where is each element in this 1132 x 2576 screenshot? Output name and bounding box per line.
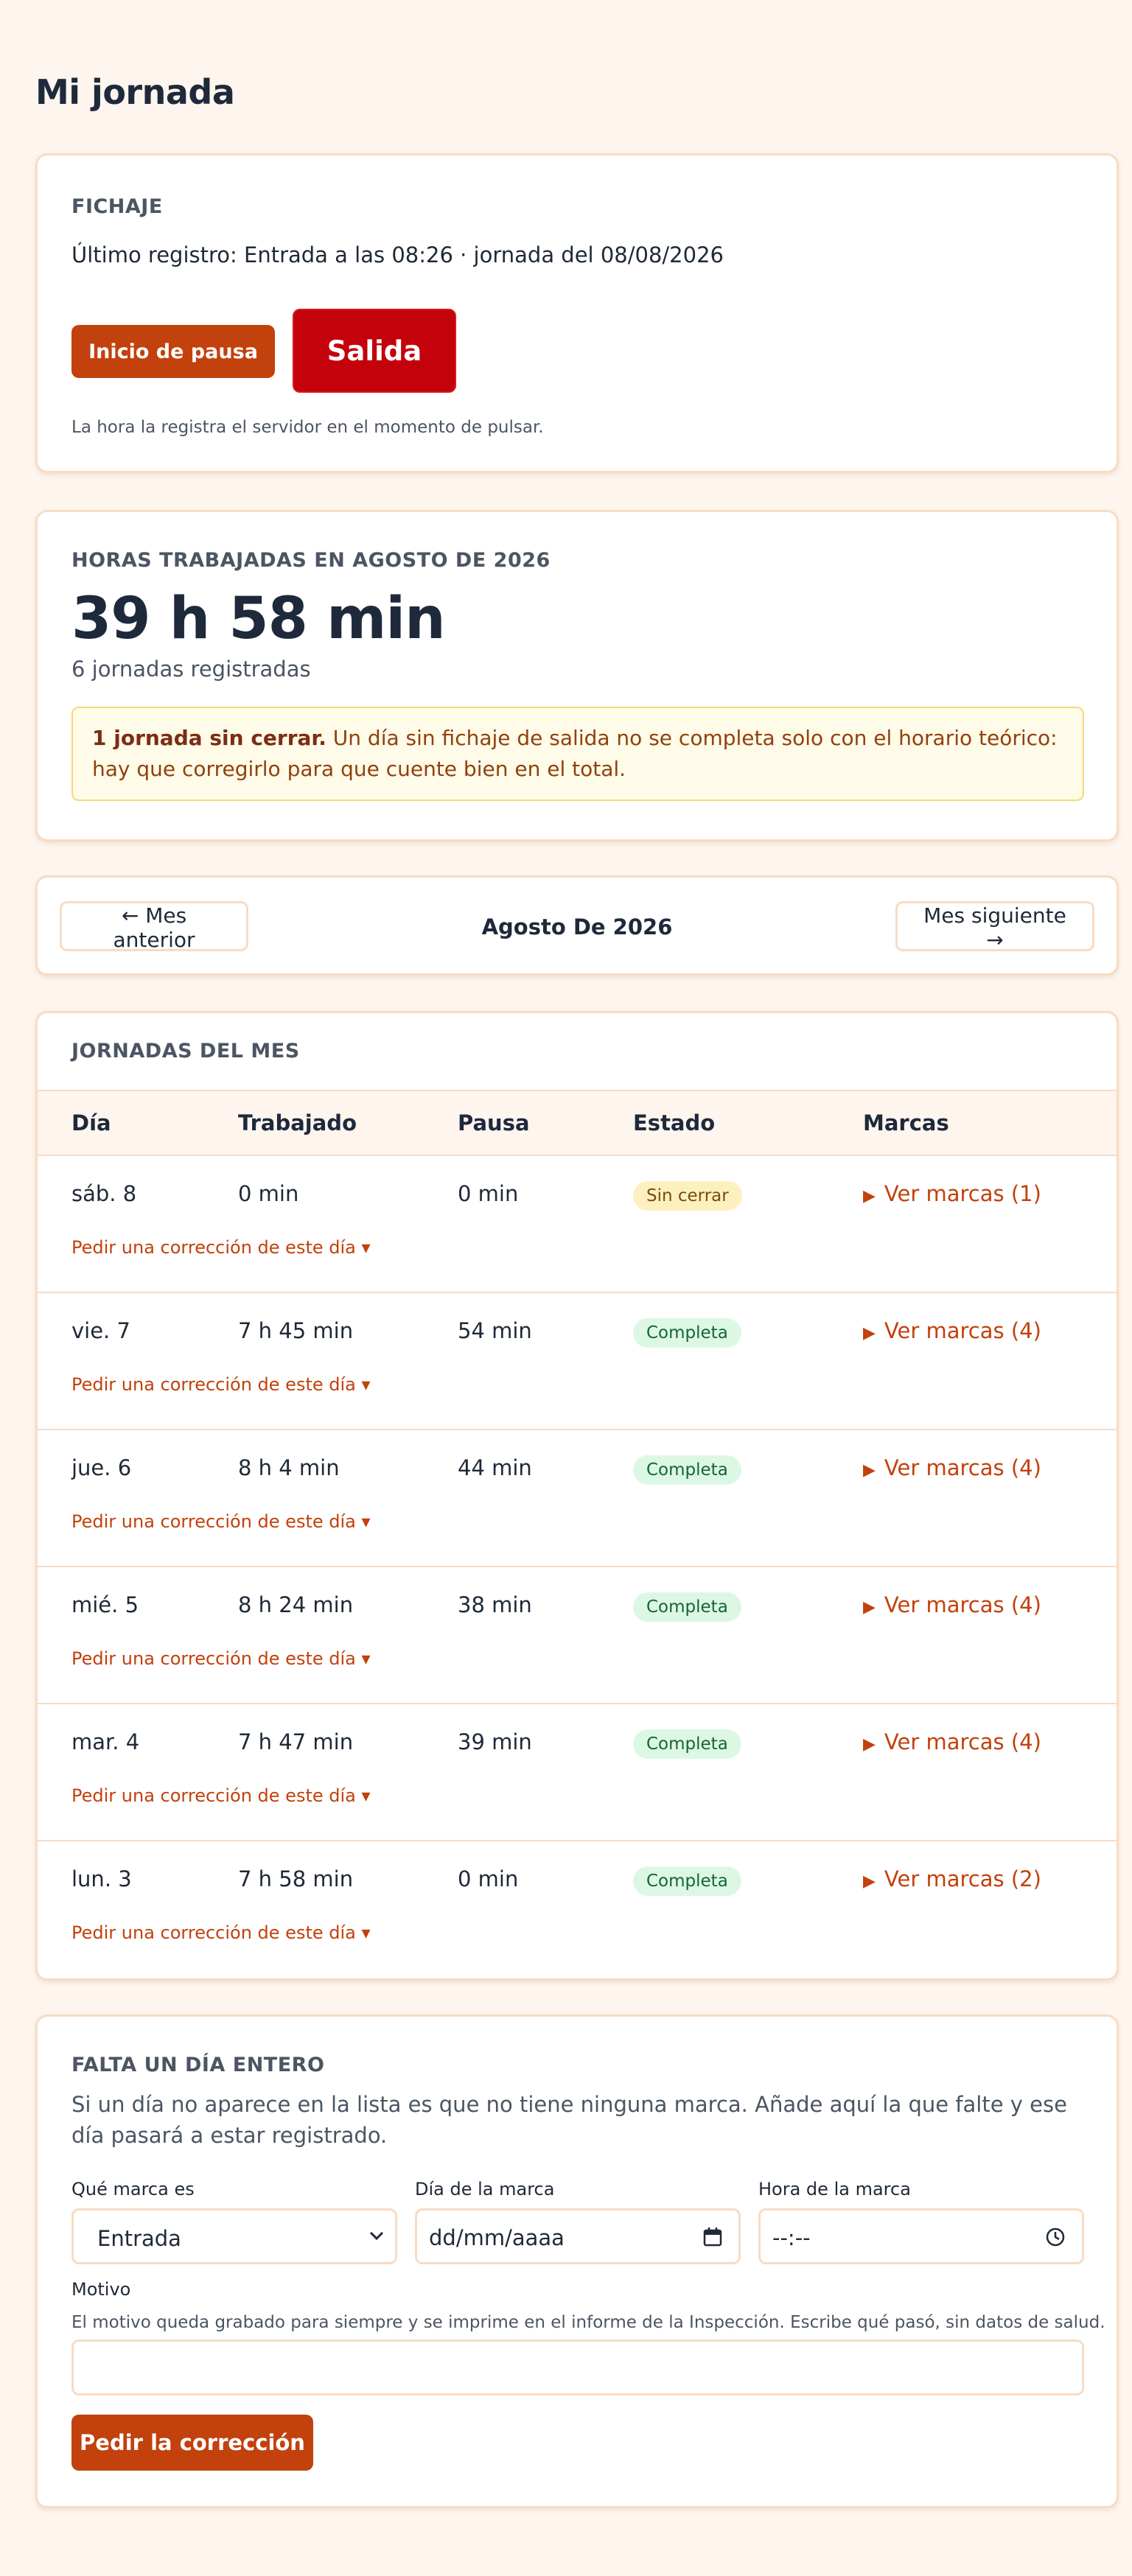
triangle-right-icon: ▶ bbox=[863, 1598, 876, 1617]
date-placeholder: dd/mm/aaaa bbox=[429, 2225, 565, 2250]
row-pausa: 0 min bbox=[458, 1866, 519, 1891]
view-marks-toggle[interactable]: ▶ Ver marcas (4) bbox=[863, 1729, 1041, 1754]
status-badge: Completa bbox=[633, 1729, 741, 1759]
view-marks-label: Ver marcas (4) bbox=[884, 1729, 1041, 1754]
exit-button[interactable]: Salida bbox=[293, 309, 456, 393]
request-correction-link[interactable]: Pedir una corrección de este día ▾ bbox=[71, 1511, 371, 1532]
next-month-button[interactable]: Mes siguiente → bbox=[895, 901, 1094, 952]
clock-icon bbox=[1044, 2225, 1067, 2254]
column-header-marcas: Marcas bbox=[863, 1110, 949, 1135]
column-header-estado: Estado bbox=[633, 1110, 716, 1135]
column-header-dia: Día bbox=[71, 1110, 111, 1135]
missing-day-card: FALTA UN DÍA ENTERO Si un día no aparece… bbox=[35, 2015, 1119, 2508]
status-badge: Completa bbox=[633, 1592, 741, 1622]
request-correction-link[interactable]: Pedir una corrección de este día ▾ bbox=[71, 1374, 371, 1395]
row-pausa: 39 min bbox=[458, 1729, 532, 1754]
row-trabajado: 8 h 4 min bbox=[238, 1455, 340, 1480]
missing-day-description: Si un día no aparece en la lista es que … bbox=[71, 2092, 1067, 2148]
month-nav-card: ← Mes anterior Agosto De 2026 Mes siguie… bbox=[35, 875, 1119, 976]
status-badge: Completa bbox=[633, 1866, 741, 1896]
mark-date-label: Día de la marca bbox=[415, 2179, 555, 2199]
table-row: lun. 3 7 h 58 min 0 min Completa ▶ Ver ma… bbox=[38, 1841, 1117, 1978]
fichaje-hint: La hora la registra el servidor en el mo… bbox=[71, 418, 544, 437]
request-correction-link[interactable]: Pedir una corrección de este día ▾ bbox=[71, 1785, 371, 1806]
triangle-right-icon: ▶ bbox=[863, 1324, 876, 1343]
request-correction-link[interactable]: Pedir una corrección de este día ▾ bbox=[71, 1237, 371, 1258]
table-header: Día Trabajado Pausa Estado Marcas bbox=[38, 1090, 1117, 1156]
view-marks-toggle[interactable]: ▶ Ver marcas (4) bbox=[863, 1318, 1041, 1343]
jornadas-title: JORNADAS DEL MES bbox=[71, 1040, 300, 1063]
request-correction-link[interactable]: Pedir una corrección de este día ▾ bbox=[71, 1648, 371, 1669]
status-badge: Completa bbox=[633, 1455, 741, 1485]
row-trabajado: 8 h 24 min bbox=[238, 1592, 354, 1617]
view-marks-toggle[interactable]: ▶ Ver marcas (4) bbox=[863, 1592, 1041, 1617]
row-pausa: 44 min bbox=[458, 1455, 532, 1480]
reason-input[interactable] bbox=[71, 2339, 1084, 2395]
triangle-right-icon: ▶ bbox=[863, 1872, 876, 1891]
row-dia: mié. 5 bbox=[71, 1592, 139, 1617]
time-placeholder: --:-- bbox=[772, 2225, 811, 2250]
row-pausa: 54 min bbox=[458, 1318, 532, 1343]
mark-type-select[interactable]: Entrada bbox=[71, 2208, 397, 2264]
triangle-right-icon: ▶ bbox=[863, 1187, 876, 1205]
row-dia: mar. 4 bbox=[71, 1729, 140, 1754]
triangle-right-icon: ▶ bbox=[863, 1461, 876, 1480]
last-record-text: Último registro: Entrada a las 08:26 · j… bbox=[71, 242, 724, 267]
row-pausa: 38 min bbox=[458, 1592, 532, 1617]
row-pausa: 0 min bbox=[458, 1181, 519, 1206]
table-row: mié. 5 8 h 24 min 38 min Completa ▶ Ver m… bbox=[38, 1567, 1117, 1704]
start-pause-button[interactable]: Inicio de pausa bbox=[71, 325, 275, 378]
status-badge: Sin cerrar bbox=[633, 1181, 742, 1211]
row-trabajado: 0 min bbox=[238, 1181, 299, 1206]
mark-time-label: Hora de la marca bbox=[758, 2179, 911, 2199]
row-trabajado: 7 h 47 min bbox=[238, 1729, 354, 1754]
row-dia: sáb. 8 bbox=[71, 1181, 137, 1206]
page-title: Mi jornada bbox=[35, 72, 235, 112]
view-marks-label: Ver marcas (4) bbox=[884, 1318, 1041, 1343]
request-correction-link[interactable]: Pedir una corrección de este día ▾ bbox=[71, 1922, 371, 1943]
mark-type-label: Qué marca es bbox=[71, 2179, 195, 2199]
reason-hint: El motivo queda grabado para siempre y s… bbox=[71, 2313, 1105, 2332]
warning-bold: 1 jornada sin cerrar. bbox=[92, 726, 326, 750]
hours-card: HORAS TRABAJADAS EN AGOSTO DE 2026 39 h … bbox=[35, 510, 1119, 841]
table-row: vie. 7 7 h 45 min 54 min Completa ▶ Ver m… bbox=[38, 1293, 1117, 1430]
row-dia: lun. 3 bbox=[71, 1866, 132, 1891]
status-badge: Completa bbox=[633, 1318, 741, 1348]
row-trabajado: 7 h 45 min bbox=[238, 1318, 354, 1343]
chevron-down-icon bbox=[368, 2224, 385, 2253]
total-hours: 39 h 58 min bbox=[71, 586, 446, 652]
missing-day-title: FALTA UN DÍA ENTERO bbox=[71, 2054, 325, 2076]
mark-type-value: Entrada bbox=[97, 2226, 181, 2251]
table-row: sáb. 8 0 min 0 min Sin cerrar ▶ Ver marca… bbox=[38, 1156, 1117, 1293]
hours-title: HORAS TRABAJADAS EN AGOSTO DE 2026 bbox=[71, 549, 551, 572]
view-marks-label: Ver marcas (2) bbox=[884, 1866, 1041, 1891]
mark-date-input[interactable]: dd/mm/aaaa bbox=[415, 2208, 741, 2264]
fichaje-card: FICHAJE Último registro: Entrada a las 0… bbox=[35, 153, 1119, 473]
unclosed-warning: 1 jornada sin cerrar. Un día sin fichaje… bbox=[71, 707, 1084, 801]
view-marks-toggle[interactable]: ▶ Ver marcas (1) bbox=[863, 1181, 1041, 1206]
table-row: mar. 4 7 h 47 min 39 min Completa ▶ Ver m… bbox=[38, 1704, 1117, 1841]
column-header-trabajado: Trabajado bbox=[238, 1110, 357, 1135]
view-marks-toggle[interactable]: ▶ Ver marcas (4) bbox=[863, 1455, 1041, 1480]
request-correction-button[interactable]: Pedir la corrección bbox=[71, 2415, 313, 2471]
triangle-right-icon: ▶ bbox=[863, 1735, 876, 1754]
mark-time-input[interactable]: --:-- bbox=[758, 2208, 1084, 2264]
view-marks-label: Ver marcas (4) bbox=[884, 1592, 1041, 1617]
reason-label: Motivo bbox=[71, 2279, 131, 2300]
row-trabajado: 7 h 58 min bbox=[238, 1866, 354, 1891]
jornadas-count: 6 jornadas registradas bbox=[71, 657, 311, 682]
view-marks-toggle[interactable]: ▶ Ver marcas (2) bbox=[863, 1866, 1041, 1891]
view-marks-label: Ver marcas (4) bbox=[884, 1455, 1041, 1480]
table-row: jue. 6 8 h 4 min 44 min Completa ▶ Ver ma… bbox=[38, 1430, 1117, 1567]
view-marks-label: Ver marcas (1) bbox=[884, 1181, 1041, 1206]
fichaje-title: FICHAJE bbox=[71, 195, 163, 218]
jornadas-card: JORNADAS DEL MES Día Trabajado Pausa Est… bbox=[35, 1011, 1119, 1981]
row-dia: vie. 7 bbox=[71, 1318, 130, 1343]
column-header-pausa: Pausa bbox=[458, 1110, 530, 1135]
row-dia: jue. 6 bbox=[71, 1455, 132, 1480]
calendar-icon bbox=[702, 2225, 724, 2254]
